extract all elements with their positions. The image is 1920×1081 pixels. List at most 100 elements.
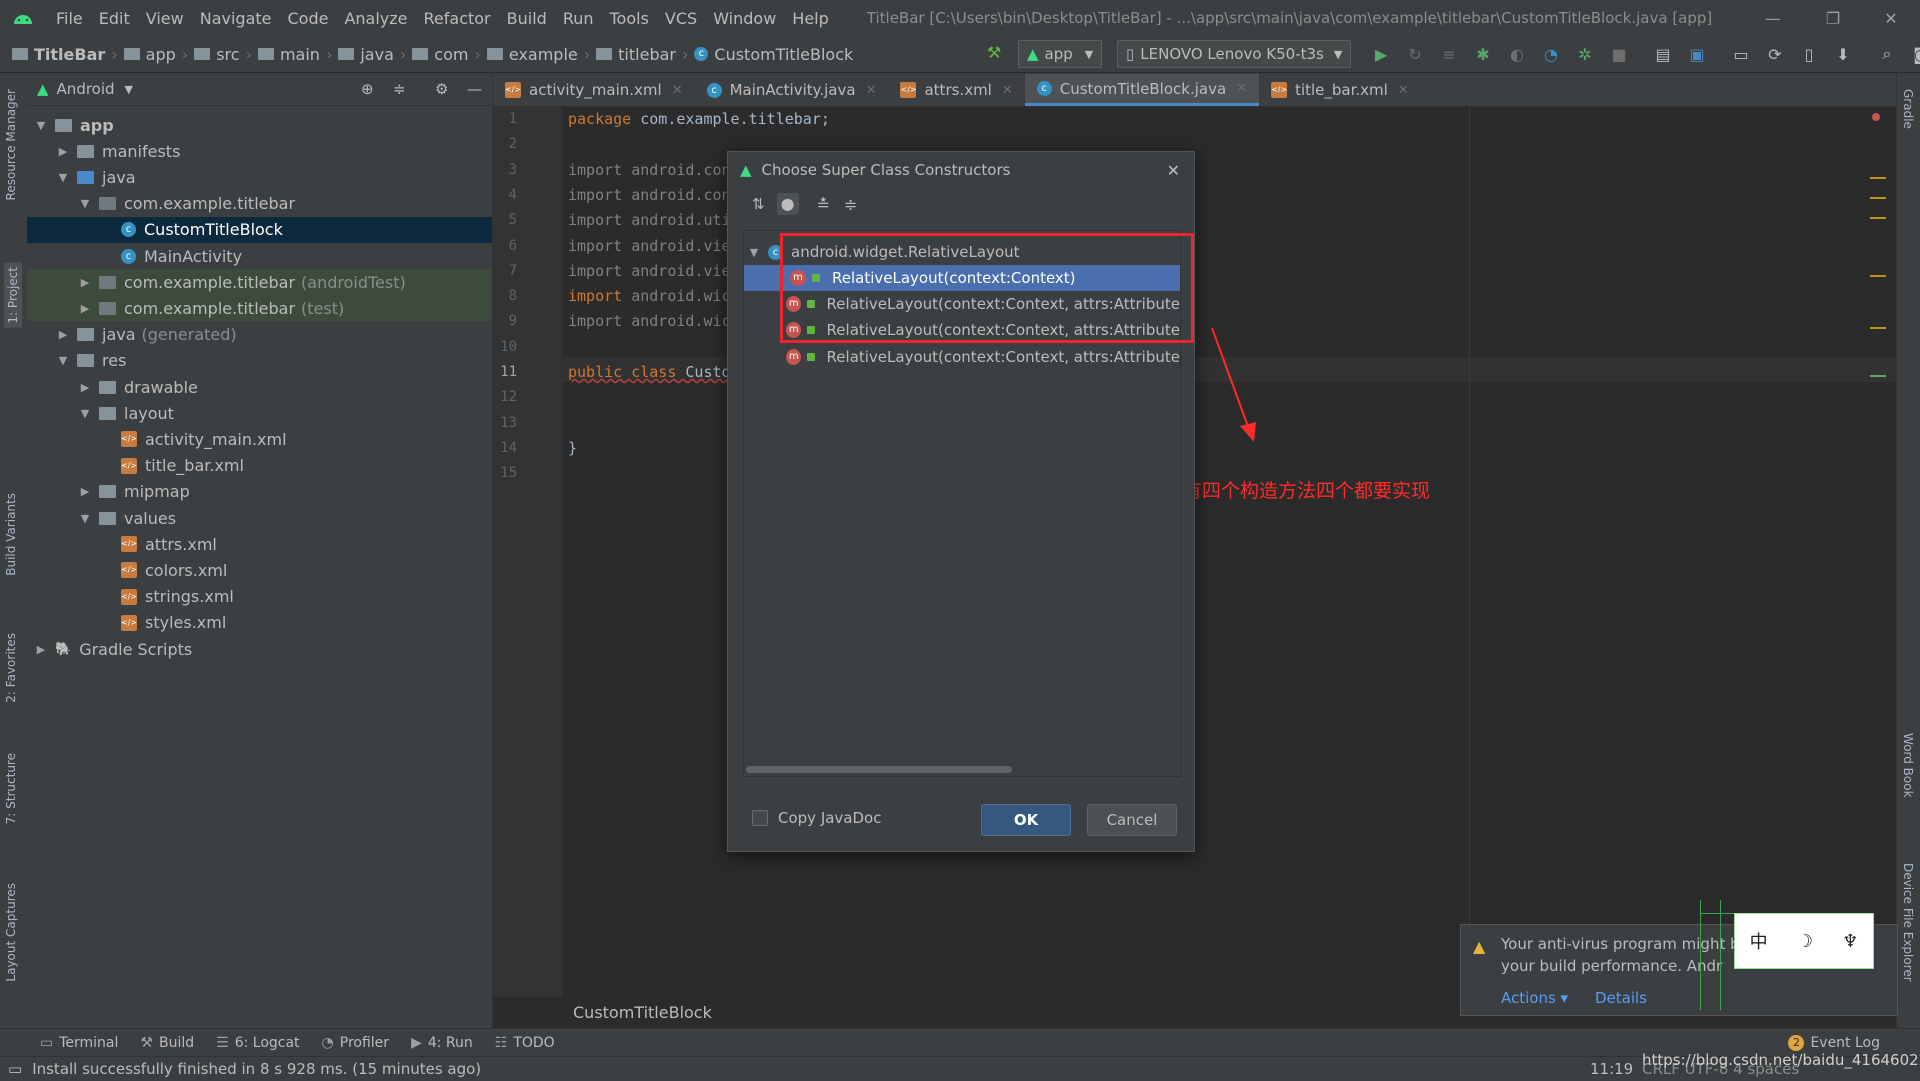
menu-view[interactable]: View [138,9,192,28]
expand-arrow-icon[interactable]: ▶ [79,276,91,289]
stop-icon[interactable]: ■ [1608,43,1630,65]
tree-item[interactable]: </>strings.xml [27,584,492,610]
project-view-selector[interactable]: Android [57,80,115,98]
editor-tab[interactable]: cCustomTitleBlock.java✕ [1025,74,1259,106]
ime-language-toggle[interactable]: 中 [1750,928,1768,954]
tree-item[interactable]: ▶manifests [27,138,492,164]
expand-arrow-icon[interactable]: ▼ [79,512,91,525]
warning-stripe[interactable] [1870,217,1886,219]
warning-stripe[interactable] [1870,327,1886,329]
search-icon[interactable]: ⌕ [1876,43,1898,65]
menu-code[interactable]: Code [280,9,337,28]
expand-arrow-icon[interactable]: ▼ [79,407,91,420]
collapse-all-icon[interactable]: ≑ [393,80,406,98]
show-inherited-icon[interactable]: ● [777,193,799,215]
gradle-tab[interactable]: Gradle [1901,89,1915,129]
structure-tab[interactable]: 7: Structure [4,753,18,824]
sync-gradle-icon[interactable]: ⟳ [1764,43,1786,65]
device-file-explorer-tab[interactable]: Device File Explorer [1901,863,1915,982]
tree-item[interactable]: ▼res [27,348,492,374]
tree-item[interactable]: ▶drawable [27,374,492,400]
expand-all-icon[interactable]: ≛ [817,195,830,214]
build-variants-tab[interactable]: Build Variants [4,493,18,576]
device-dropdown[interactable]: ▯ LENOVO Lenovo K50-t3s ▼ [1117,40,1351,68]
status-bar-toggle-icon[interactable]: ▭ [8,1060,22,1078]
menu-analyze[interactable]: Analyze [336,9,415,28]
menu-window[interactable]: Window [705,9,784,28]
event-log-button[interactable]: 2 Event Log [1788,1035,1880,1051]
tree-item[interactable]: </>title_bar.xml [27,453,492,479]
tree-item[interactable]: ▼java [27,164,492,190]
tool-6-logcat[interactable]: ☰6: Logcat [216,1035,299,1051]
menu-navigate[interactable]: Navigate [192,9,280,28]
restore-icon[interactable]: ❐ [1808,0,1858,36]
warning-stripe[interactable] [1870,177,1886,179]
tree-item[interactable]: cMainActivity [27,243,492,269]
word-book-tab[interactable]: Word Book [1901,733,1915,798]
error-indicator-icon[interactable] [1872,113,1880,121]
tree-root-relativelayout[interactable]: ▼ c android.widget.RelativeLayout [744,239,1180,265]
make-project-icon[interactable]: ⚒ [983,41,1005,63]
chevron-down-icon[interactable]: ▼ [125,83,133,96]
constructor-item[interactable]: mRelativeLayout(context:Context, attrs:A… [744,291,1180,317]
tree-item[interactable]: ▶com.example.titlebar(test) [27,295,492,321]
favorites-tab[interactable]: 2: Favorites [4,633,18,703]
expand-arrow-icon[interactable]: ▶ [79,302,91,315]
menu-vcs[interactable]: VCS [657,9,705,28]
menu-tools[interactable]: Tools [602,9,657,28]
cancel-button[interactable]: Cancel [1087,804,1177,836]
tree-item[interactable]: ▶com.example.titlebar(androidTest) [27,269,492,295]
ok-button[interactable]: OK [981,804,1071,836]
tool-build[interactable]: ⚒Build [140,1035,194,1051]
apply-changes-icon[interactable]: ↻ [1404,43,1426,65]
notification-actions-link[interactable]: Actions ▾ [1501,989,1568,1007]
expand-arrow-icon[interactable]: ▶ [79,485,91,498]
warning-stripe[interactable] [1870,275,1886,277]
close-tab-icon[interactable]: ✕ [1398,83,1409,98]
sdk-manager-icon[interactable]: ⬇ [1832,43,1854,65]
menu-run[interactable]: Run [555,9,602,28]
constructor-item[interactable]: mRelativeLayout(context:Context, attrs:A… [744,344,1180,370]
gear-icon[interactable]: ⚙ [435,80,448,98]
close-icon[interactable]: ✕ [1167,161,1180,180]
expand-arrow-icon[interactable]: ▶ [57,145,69,158]
horizontal-scrollbar[interactable] [744,762,1180,776]
tree-item[interactable]: </>attrs.xml [27,531,492,557]
editor-breadcrumb[interactable]: CustomTitleBlock [573,1003,712,1022]
menu-refactor[interactable]: Refactor [416,9,499,28]
tree-item[interactable]: ▶🐘Gradle Scripts [27,636,492,662]
project-tab[interactable]: 1: Project [4,263,22,328]
copy-javadoc-option[interactable]: Copy JavaDoc [752,809,881,827]
tree-item[interactable]: </>colors.xml [27,557,492,583]
cursor-position[interactable]: 11:19 [1590,1060,1633,1078]
expand-arrow-icon[interactable]: ▼ [748,246,760,259]
tool-profiler[interactable]: ◔Profiler [322,1035,390,1051]
tree-item[interactable]: cCustomTitleBlock [27,217,492,243]
expand-arrow-icon[interactable]: ▼ [79,197,91,210]
attach-debugger-icon[interactable]: ✲ [1574,43,1596,65]
apply-code-changes-icon[interactable]: ≡ [1438,43,1460,65]
expand-arrow-icon[interactable]: ▼ [57,354,69,367]
profile-icon[interactable]: ◔ [1540,43,1562,65]
project-structure-icon[interactable]: ▤ [1652,43,1674,65]
debug-icon[interactable]: ✱ [1472,43,1494,65]
warning-stripe[interactable] [1870,197,1886,199]
run-icon[interactable]: ▶ [1370,43,1392,65]
scrollbar-thumb[interactable] [746,766,1012,773]
breadcrumb-item[interactable]: titlebar› [596,45,694,64]
coverage-icon[interactable]: ◐ [1506,43,1528,65]
sort-icon[interactable]: ⇅ [752,195,765,213]
menu-file[interactable]: File [48,9,91,28]
user-icon[interactable]: ◙ [1910,43,1920,65]
expand-arrow-icon[interactable]: ▶ [57,328,69,341]
breadcrumb-item[interactable]: cCustomTitleBlock [694,45,853,64]
tool-terminal[interactable]: ▭Terminal [40,1035,118,1051]
tree-item[interactable]: ▼layout [27,400,492,426]
breadcrumb-item[interactable]: com› [412,45,487,64]
layout-captures-tab[interactable]: Layout Captures [4,883,18,982]
tool-todo[interactable]: ☷TODO [495,1035,555,1051]
tree-item[interactable]: ▶java(generated) [27,322,492,348]
breadcrumb-item[interactable]: main› [258,45,338,64]
resource-manager-tab[interactable]: Resource Manager [4,89,18,200]
close-window-icon[interactable]: ✕ [1866,0,1916,36]
